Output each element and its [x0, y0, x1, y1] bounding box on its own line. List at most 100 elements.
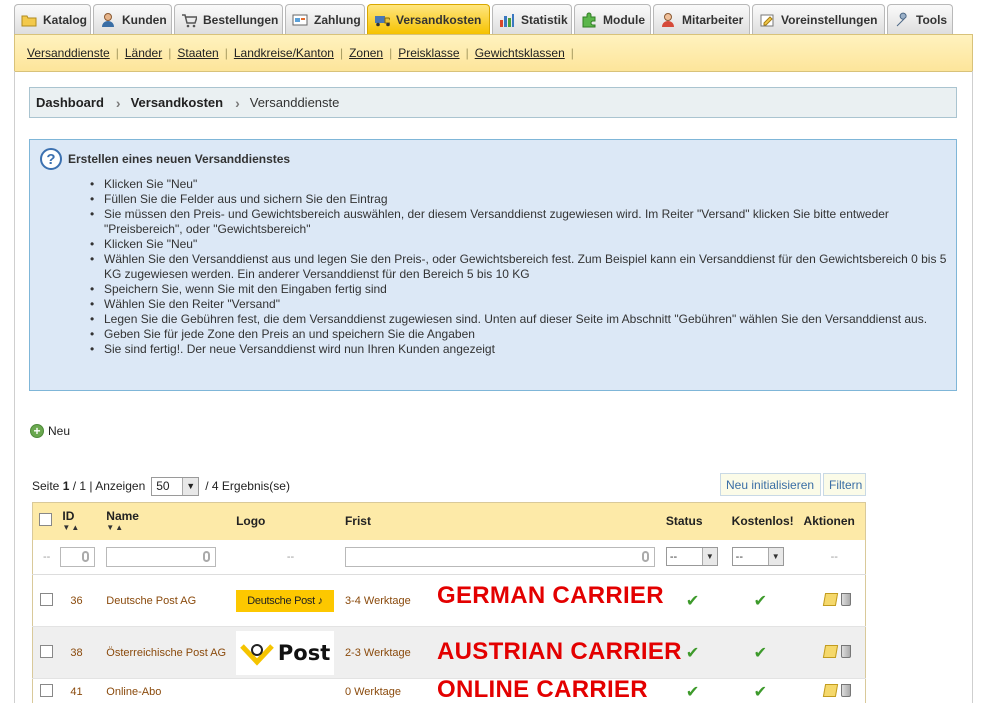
payment-icon [292, 12, 308, 28]
select-all-checkbox[interactable] [39, 513, 52, 527]
tab-label: Module [603, 12, 645, 27]
delete-icon[interactable] [840, 592, 851, 606]
row-name: Online-Abo [106, 678, 237, 703]
row-checkbox[interactable] [40, 644, 53, 658]
help-item: Sie sind fertig!. Der neue Versanddienst… [90, 342, 950, 357]
tab-versandkosten[interactable]: Versandkosten [367, 4, 490, 34]
tab-label: Mitarbeiter [682, 12, 744, 27]
subnav-preisklasse[interactable]: Preisklasse [392, 46, 465, 60]
status-check-icon[interactable]: ✔ [686, 593, 699, 610]
tab-voreinstellungen[interactable]: Voreinstellungen [752, 4, 885, 34]
column-status: Status [665, 502, 732, 540]
help-item: Sie müssen den Preis- und Gewichtsbereic… [90, 207, 950, 237]
free-filter-select[interactable]: -- ▼ [731, 547, 784, 567]
row-checkbox[interactable] [40, 592, 53, 606]
german-carrier-annotation: GERMAN CARRIER [437, 582, 664, 609]
edit-icon[interactable] [822, 683, 838, 697]
row-logo [236, 678, 345, 703]
subnav-staaten[interactable]: Staaten [171, 46, 224, 60]
chevron-down-icon: ▼ [182, 477, 199, 495]
breadcrumb-current: Versanddienste [249, 95, 340, 110]
truck-icon [374, 12, 390, 28]
breadcrumb-versandkosten[interactable]: Versandkosten [131, 95, 224, 110]
austrian-post-logo: Post [236, 630, 335, 675]
main-tabs: Katalog Kunden Bestellungen Zahlung Vers… [14, 4, 955, 34]
tab-label: Tools [916, 12, 948, 27]
help-item: Wählen Sie den Reiter "Versand" [90, 297, 950, 312]
column-name: Name [106, 509, 139, 524]
chart-icon [499, 12, 515, 28]
help-item: Klicken Sie "Neu" [90, 177, 950, 192]
edit-icon[interactable] [822, 592, 838, 606]
new-carrier-button[interactable]: + Neu [30, 424, 70, 438]
chevron-down-icon: ▼ [767, 548, 783, 566]
per-page-select[interactable]: 50 ▼ [151, 476, 200, 496]
tab-label: Bestellungen [203, 12, 279, 27]
free-check-icon[interactable]: ✔ [754, 684, 767, 701]
tab-label: Zahlung [314, 12, 361, 27]
chevron-down-icon: ▼ [701, 548, 717, 566]
breadcrumb-dashboard[interactable]: Dashboard [36, 95, 104, 110]
chevron-right-icon: › [235, 94, 240, 111]
subnav-zonen[interactable]: Zonen [343, 46, 389, 60]
reset-filter-button[interactable]: Neu initialisieren [720, 473, 821, 496]
status-filter-select[interactable]: -- ▼ [665, 547, 718, 567]
question-icon: ? [40, 148, 62, 170]
status-check-icon[interactable]: ✔ [686, 645, 699, 662]
help-title: ? Erstellen eines neuen Versanddienstes [40, 148, 290, 170]
delay-filter-input[interactable] [344, 546, 655, 567]
tab-label: Katalog [43, 12, 88, 27]
status-check-icon[interactable]: ✔ [686, 684, 699, 701]
tab-tools[interactable]: Tools [887, 4, 953, 34]
free-check-icon[interactable]: ✔ [754, 593, 767, 610]
row-name: Deutsche Post AG [106, 574, 237, 627]
tab-bestellungen[interactable]: Bestellungen [174, 4, 283, 34]
help-item: Wählen Sie den Versanddienst aus und leg… [90, 252, 950, 282]
help-item: Füllen Sie die Felder aus und sichern Si… [90, 192, 950, 207]
help-item: Geben Sie für jede Zone den Preis an und… [90, 327, 950, 342]
filter-button[interactable]: Filtern [823, 473, 866, 496]
subnav-landkreise[interactable]: Landkreise/Kanton [228, 46, 340, 60]
delete-icon[interactable] [840, 644, 851, 658]
row-name: Österreichische Post AG [106, 626, 237, 679]
subnav-gewichtsklassen[interactable]: Gewichtsklassen [469, 46, 571, 60]
help-item: Legen Sie die Gebühren fest, die dem Ver… [90, 312, 950, 327]
employee-icon [660, 12, 676, 28]
add-icon: + [30, 424, 44, 438]
filter-row: -- -- -- ▼ -- ▼ -- [32, 539, 866, 575]
tab-label: Voreinstellungen [781, 12, 878, 27]
wrench-icon [894, 12, 910, 28]
cart-icon [181, 12, 197, 28]
preferences-icon [759, 12, 775, 28]
edit-icon[interactable] [822, 644, 838, 658]
subnav-versanddienste[interactable]: Versanddienste [21, 46, 116, 60]
tab-mitarbeiter[interactable]: Mitarbeiter [653, 4, 750, 34]
help-item: Speichern Sie, wenn Sie mit den Eingaben… [90, 282, 950, 297]
row-checkbox[interactable] [40, 683, 53, 697]
free-check-icon[interactable]: ✔ [754, 645, 767, 662]
delete-icon[interactable] [840, 683, 851, 697]
subnav-laender[interactable]: Länder [119, 46, 168, 60]
row-id: 41 [60, 678, 107, 703]
id-filter-input[interactable] [60, 546, 96, 567]
sort-icon[interactable]: ▼▲ [106, 523, 236, 533]
tab-kunden[interactable]: Kunden [93, 4, 172, 34]
tab-module[interactable]: Module [574, 4, 651, 34]
pagination: Seite 1 / 1 | Anzeigen 50 ▼ / 4 Ergebnis(… [32, 476, 290, 496]
breadcrumb: Dashboard › Versandkosten › Versanddiens… [29, 87, 957, 118]
name-filter-input[interactable] [106, 546, 217, 567]
online-carrier-annotation: ONLINE CARRIER [437, 676, 648, 703]
column-delay: Frist [344, 502, 666, 540]
folder-icon [21, 12, 37, 28]
help-item: Klicken Sie "Neu" [90, 237, 950, 252]
tab-zahlung[interactable]: Zahlung [285, 4, 365, 34]
user-icon [100, 12, 116, 28]
deutsche-post-logo: Deutsche Post ♪ [236, 589, 335, 612]
column-logo: Logo [236, 502, 345, 540]
tab-label: Kunden [122, 12, 167, 27]
row-id: 38 [60, 626, 107, 679]
tab-statistik[interactable]: Statistik [492, 4, 572, 34]
sort-icon[interactable]: ▼▲ [62, 523, 106, 533]
column-id: ID [62, 509, 75, 524]
tab-katalog[interactable]: Katalog [14, 4, 91, 34]
